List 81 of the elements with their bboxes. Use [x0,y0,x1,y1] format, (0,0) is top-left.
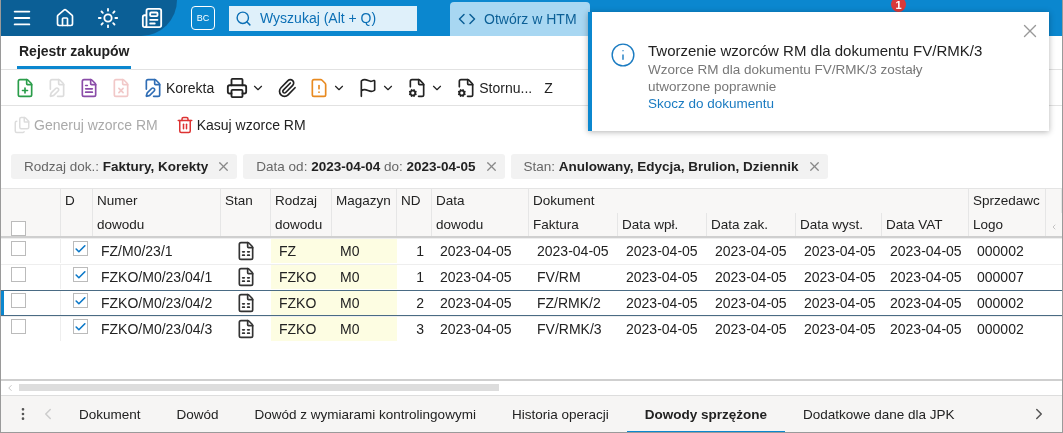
table-cell-text: FZKO/M0/23/04/1 [100,268,214,287]
table-cell-text: 2023-04-05 [439,242,513,261]
table-cell-text: 2023-04-05 [625,320,699,339]
table-cell-text: 2023-04-05 [625,242,699,261]
filter-text: Data od: 2023-04-04 do: 2023-04-05 [256,158,476,174]
table-cell: M0 [332,291,397,315]
table-cell-text: FZ/RMK/2 [536,294,602,313]
table-cell-text: FV/RM [536,268,582,287]
delete-templates-button[interactable]: Kasuj wzorce RM [171,113,310,137]
column-header: Data VAT [882,213,969,236]
filter-text: Stan: Anulowany, Edycja, Brulion, Dziennik [523,158,799,174]
column-header: dowodu [432,213,529,236]
filter-text: Rodzaj dok.: Faktury, Korekty [24,158,209,174]
table-cell-text: FZKO/M0/23/04/3 [100,320,214,339]
filter-chip[interactable]: Data od: 2023-04-04 do: 2023-04-05 [243,153,505,179]
table-cell-text: 2023-04-05 [803,242,877,261]
toast-title: Tworzenie wzorców RM dla dokumentu FV/RMK/3 [648,42,983,59]
table-cell-text: 3 [415,320,425,339]
search-field[interactable]: Wyszukaj (Alt + Q) [229,5,417,31]
table-cell-text: 2023-04-05 [536,242,610,261]
table-cell-text: 1 [415,242,425,261]
table-cell: M0 [332,317,397,341]
table-cell: M0 [332,239,397,263]
table-cell-text: 2023-04-05 [714,268,788,287]
table-cell-text: 000002 [976,242,1025,261]
table-cell-text: 1 [415,268,425,287]
app-badge[interactable]: BC [191,6,215,30]
table-cell-text: 2 [415,294,425,313]
table-cell-text: FV/RMK/3 [536,320,603,339]
table-cell-text: 2023-04-05 [714,242,788,261]
table-row[interactable]: FZ/M0/23/1 FZ M0 1 2023-04-05 2023-04-05 2023-04-05 2023-04-05 2023-04-05 2023-04-05 000002 [1,238,1062,264]
column-header: Faktura [529,213,618,236]
table-cell-text: 2023-04-05 [439,294,513,313]
filter-chip[interactable]: Rodzaj dok.: Faktury, Korekty [11,153,238,179]
table-cell-text: 2023-04-05 [439,268,513,287]
column-header: Data wyst. [796,213,882,236]
column-header: Logo [969,213,1046,236]
tab[interactable]: Rejestr zakupów [17,43,132,69]
table-cell-text: 000002 [976,320,1025,339]
table-cell-text: 2023-04-05 [803,268,877,287]
reverse-button[interactable]: Stornu... [452,74,537,101]
tab[interactable]: Historia operacji [493,398,627,432]
table-cell-text: 2023-04-05 [439,320,513,339]
notification-badge: 1 [891,0,906,12]
correction-button[interactable]: Korekta [139,74,219,101]
table-cell-text: 2023-04-05 [625,268,699,287]
column-header: Data zak. [707,213,796,236]
table-cell-text: 2023-04-05 [714,294,788,313]
tab[interactable]: Dodatkowe dane dla JPK [784,398,973,432]
table-cell: FZKO [271,291,332,315]
document-link[interactable]: Skocz do dokumentu [648,95,775,111]
table-cell-text: 2023-04-05 [889,268,963,287]
table-cell: FZ [271,239,332,263]
tab[interactable]: Dowód z wymiarami kontrolingowymi [236,398,494,432]
column-header: dowodu [93,213,221,236]
table-cell-text: 2023-04-05 [714,320,788,339]
table-row[interactable]: FZKO/M0/23/04/3 FZKO M0 3 2023-04-05 FV/RMK/3 2023-04-05 2023-04-05 2023-04-05 2023-04-05 000002 [1,316,1062,342]
table-row[interactable]: FZKO/M0/23/04/2 FZKO M0 2 2023-04-05 FZ/RMK/2 2023-04-05 2023-04-05 2023-04-05 2023-04-05 000002 [1,290,1062,316]
table-cell: FZKO [271,265,332,289]
table-cell-text: 2023-04-05 [625,294,699,313]
toolbar-button[interactable]: Z [540,76,557,99]
filter-chip[interactable]: Stan: Anulowany, Edycja, Brulion, Dziennik [510,153,828,179]
table-cell-text: 2023-04-05 [889,242,963,261]
table-cell: M0 [332,265,397,289]
table-cell-text: 2023-04-05 [889,320,963,339]
table-cell-text: 2023-04-05 [889,294,963,313]
table-cell-text: 000002 [976,294,1025,313]
open-html-button[interactable]: Otwórz w HTM [450,2,590,36]
column-header: Data wpł. [618,213,707,236]
toast-message: Wzorce RM dla dokumentu FV/RMK/3 zostały utworzone poprawnie [648,62,924,96]
table-cell-text: 2023-04-05 [803,320,877,339]
column-header: dowodu [271,213,332,236]
table-cell-text: 000007 [976,268,1025,287]
table-cell-text: FZ/M0/23/1 [100,242,174,261]
table-cell-text: FZKO/M0/23/04/2 [100,294,214,313]
tab[interactable]: Dowód [158,398,237,432]
table-cell-text: 2023-04-05 [803,294,877,313]
tab[interactable]: Dowody sprzężone [626,398,785,432]
tab[interactable]: Dokument [61,398,159,432]
table-cell: FZKO [271,317,332,341]
table-row[interactable]: FZKO/M0/23/04/1 FZKO M0 1 2023-04-05 FV/RM 2023-04-05 2023-04-05 2023-04-05 2023-04-05 000007 [1,264,1062,290]
